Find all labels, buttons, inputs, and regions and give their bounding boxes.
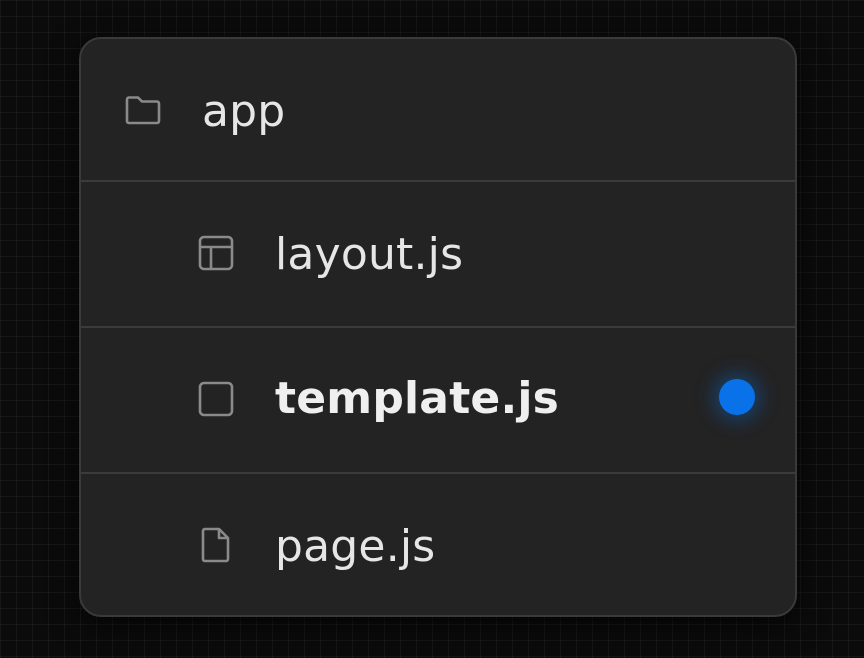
tree-item-template-js[interactable]: template.js [81, 327, 795, 471]
folder-icon [123, 90, 163, 130]
square-icon [196, 379, 236, 419]
tree-item-label: page.js [275, 521, 436, 572]
tree-item-page-js[interactable]: page.js [81, 473, 795, 615]
tree-item-label: layout.js [275, 229, 464, 280]
active-indicator-dot [719, 379, 755, 415]
file-icon [196, 525, 236, 565]
tree-item-layout-js[interactable]: layout.js [81, 181, 795, 325]
tree-item-label: template.js [275, 373, 560, 424]
tree-item-label: app [202, 86, 286, 137]
layout-icon [196, 233, 236, 273]
file-tree-card: app layout.js template.js page.js [79, 37, 797, 617]
tree-item-app[interactable]: app [81, 39, 795, 181]
